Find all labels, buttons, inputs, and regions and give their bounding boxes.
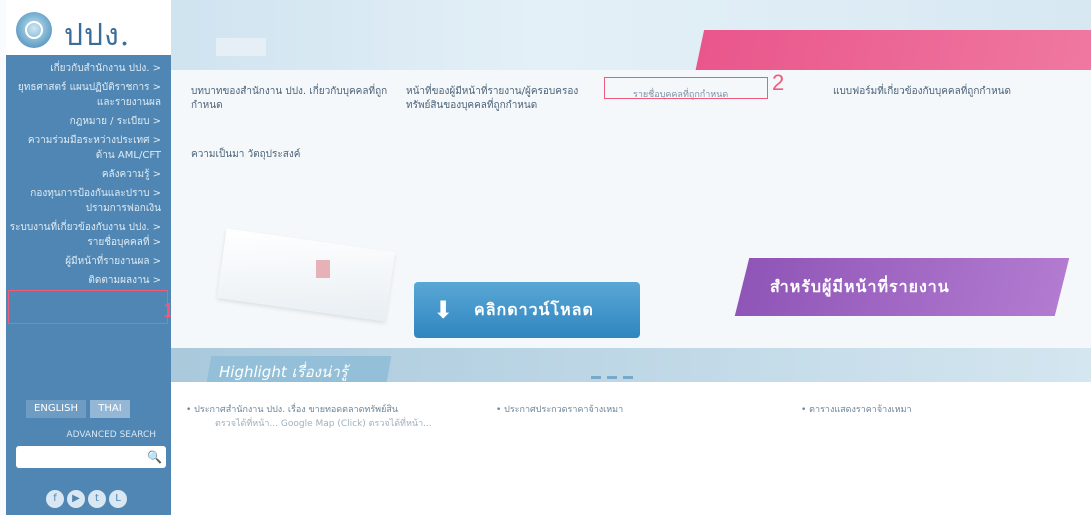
highlight-title: Highlight เรื่องน่ารู้ [219,363,348,381]
search-input[interactable]: 🔍 [16,446,166,468]
sidebar-item-strategy-sub[interactable]: และรายงานผล [6,96,171,109]
logo-emblem-icon [16,12,52,48]
link-reporter-duties[interactable]: หน้าที่ของผู้มีหน้าที่รายงาน/ผู้ครอบครอง… [406,85,606,113]
twitter-icon[interactable]: t [88,490,106,508]
sidebar-menu: เกี่ยวกับสำนักงาน ปปง. > ยุทธศาสตร์ แผนป… [6,62,171,293]
sidebar-item-designated-persons[interactable]: รายชื่อบุคคลที่ > [6,236,171,249]
sidebar: ปปง. เกี่ยวกับสำนักงาน ปปง. > ยุทธศาสตร์… [6,0,171,515]
top-banner [171,0,1091,78]
link-forms[interactable]: แบบฟอร์มที่เกี่ยวข้องกับบุคคลที่ถูกกำหนด [833,85,1033,99]
banner-tab [216,38,266,56]
step-1-highlight [8,290,168,324]
sidebar-item-aml[interactable]: ด้าน AML/CFT [6,149,171,162]
language-switch: ENGLISH THAI [16,400,166,420]
social-icons: f ▶ t L [46,486,166,508]
download-button[interactable]: ⬇ คลิกดาวน์โหลด [414,282,640,338]
logo-area[interactable]: ปปง. [6,0,171,55]
highlight-bar: Highlight เรื่องน่ารู้ [171,348,1091,382]
sidebar-item-international[interactable]: ความร่วมมือระหว่างประเทศ > [6,134,171,147]
sidebar-item-tracking[interactable]: ติดตามผลงาน > [6,274,171,287]
download-label: คลิกดาวน์โหลด [474,300,594,319]
news-item-auction-sub[interactable]: ตรวจได้ที่หน้า... Google Map (Click) ตรว… [215,418,485,431]
logo-text: ปปง. [64,18,131,53]
lang-th-button[interactable]: THAI [90,400,130,418]
lang-en-button[interactable]: ENGLISH [26,400,86,418]
sidebar-item-about[interactable]: เกี่ยวกับสำนักงาน ปปง. > [6,62,171,75]
link-background[interactable]: ความเป็นมา วัตถุประสงค์ [191,148,391,162]
news-section: • ประกาศสำนักงาน ปปง. เรื่อง ขายทอดตลาดท… [171,382,1091,515]
sidebar-item-laws[interactable]: กฎหมาย / ระเบียบ > [6,115,171,128]
document-illustration [216,228,396,322]
pin-icon [316,260,330,278]
page: ปปง. เกี่ยวกับสำนักงาน ปปง. > ยุทธศาสตร์… [0,0,1091,515]
search-icon[interactable]: 🔍 [147,450,162,464]
sidebar-item-knowledge[interactable]: คลังความรู้ > [6,168,171,181]
youtube-icon[interactable]: ▶ [67,490,85,508]
sidebar-item-reporters[interactable]: ผู้มีหน้าที่รายงานผล > [6,255,171,268]
sidebar-item-strategy[interactable]: ยุทธศาสตร์ แผนปฏิบัติราชการ > [6,81,171,94]
news-item-bid[interactable]: • ประกาศประกวดราคาจ้างเหมา [496,404,776,417]
line-icon[interactable]: L [109,490,127,508]
sidebar-item-fund-sub[interactable]: ปรามการฟอกเงิน [6,202,171,215]
facebook-icon[interactable]: f [46,490,64,508]
link-role-office[interactable]: บทบาทของสำนักงาน ปปง. เกี่ยวกับบุคคลที่ถ… [191,85,391,113]
step-2-marker: 2 [772,70,785,95]
sidebar-item-related-systems[interactable]: ระบบงานที่เกี่ยวข้องกับงาน ปปง. > [6,221,171,234]
sidebar-item-fund[interactable]: กองทุนการป้องกันและปราบ > [6,187,171,200]
download-icon: ⬇ [432,296,454,324]
carousel-dots[interactable] [591,364,651,379]
news-item-price-table[interactable]: • ตารางแสดงราคาจ้างเหมา [801,404,1081,417]
advanced-search-link[interactable]: ADVANCED SEARCH [6,430,156,440]
step-2-highlight [604,77,768,99]
news-item-auction[interactable]: • ประกาศสำนักงาน ปปง. เรื่อง ขายทอดตลาดท… [186,404,486,417]
reporter-label[interactable]: สำหรับผู้มีหน้าที่รายงาน [770,275,950,300]
